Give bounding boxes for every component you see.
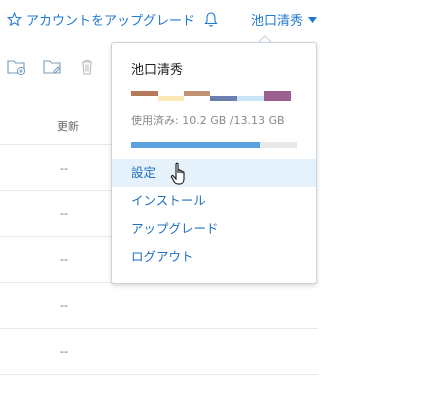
storage-usage-fill bbox=[131, 142, 260, 148]
storage-usage-text: 使用済み: 10.2 GB /13.13 GB bbox=[131, 114, 285, 127]
menu-item-settings[interactable]: 設定 bbox=[112, 159, 316, 187]
divider bbox=[0, 328, 318, 329]
caret-down-icon bbox=[308, 16, 318, 23]
new-folder-icon[interactable] bbox=[7, 58, 27, 76]
bell-icon[interactable] bbox=[203, 11, 219, 28]
user-dropdown-menu: 池口清秀 使用済み: 10.2 GB /13.13 GB 設定 インストール ア… bbox=[111, 42, 317, 284]
table-cell-updated: -- bbox=[60, 345, 68, 358]
storage-usage-bar bbox=[131, 142, 297, 148]
trash-icon[interactable] bbox=[77, 58, 97, 76]
hand-pointer-icon bbox=[170, 162, 185, 185]
user-menu-button[interactable]: 池口清秀 bbox=[251, 10, 318, 29]
menu-item-upgrade[interactable]: アップグレード bbox=[112, 215, 316, 243]
upgrade-account-link[interactable]: アカウントをアップグレード bbox=[7, 10, 195, 29]
storage-segment bbox=[131, 91, 158, 96]
top-bar: アカウントをアップグレード 池口清秀 bbox=[0, 0, 429, 42]
upgrade-account-label: アカウントをアップグレード bbox=[26, 14, 196, 29]
divider bbox=[0, 374, 318, 375]
storage-breakdown-bar bbox=[131, 91, 291, 101]
storage-segment bbox=[184, 91, 210, 96]
menu-item-logout[interactable]: ログアウト bbox=[112, 243, 316, 271]
storage-segment bbox=[237, 96, 264, 101]
table-cell-updated: -- bbox=[60, 162, 68, 175]
table-cell-updated: -- bbox=[60, 207, 68, 220]
dropdown-user-name: 池口清秀 bbox=[131, 63, 184, 78]
table-cell-updated: -- bbox=[60, 299, 68, 312]
storage-segment bbox=[264, 91, 291, 101]
storage-segment bbox=[158, 96, 184, 101]
table-cell-updated: -- bbox=[60, 253, 68, 266]
storage-segment bbox=[210, 96, 237, 101]
menu-item-install[interactable]: インストール bbox=[112, 187, 316, 215]
column-header-updated[interactable]: 更新 bbox=[57, 118, 79, 134]
user-name-label: 池口清秀 bbox=[251, 14, 304, 29]
star-icon bbox=[7, 12, 22, 27]
shared-folder-icon[interactable] bbox=[43, 58, 63, 76]
